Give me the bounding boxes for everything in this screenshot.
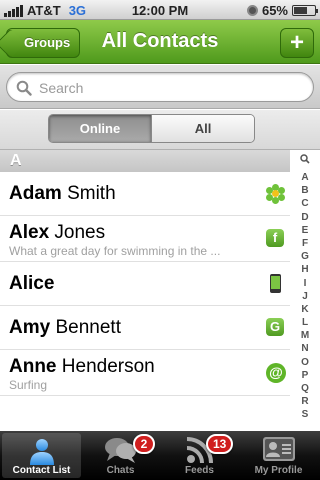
contact-row[interactable]: Adam Smith	[0, 172, 290, 216]
index-letter[interactable]: E	[290, 224, 320, 237]
contact-first-name: Alex	[9, 222, 50, 243]
index-letter[interactable]: S	[290, 408, 320, 421]
search-input[interactable]: Search	[6, 72, 314, 102]
index-letter[interactable]: L	[290, 316, 320, 329]
search-bar: Search	[0, 65, 320, 109]
contact-name: Alice	[9, 273, 54, 295]
tab-contact-list[interactable]: Contact List	[2, 433, 81, 478]
index-letter[interactable]: H	[290, 263, 320, 276]
battery-percent: 65%	[261, 3, 288, 18]
contact-last-name: Henderson	[61, 356, 155, 377]
contact-first-name: Adam	[9, 183, 62, 204]
contact-status-message: What a great day for swimming in the ...	[9, 244, 221, 258]
tab-feeds[interactable]: 13 Feeds	[160, 433, 239, 478]
tab-chats[interactable]: 2 Chats	[81, 433, 160, 478]
index-letter[interactable]: C	[290, 197, 320, 210]
contact-first-name: Alice	[9, 273, 55, 294]
index-letter[interactable]: I	[290, 277, 320, 290]
tab-bar: Contact List 2 Chats 13 Feeds My Profile	[0, 431, 320, 480]
plus-icon: +	[289, 29, 304, 56]
index-letter[interactable]: Q	[290, 382, 320, 395]
email-status-icon: @	[266, 363, 286, 383]
index-letter[interactable]: G	[290, 250, 320, 263]
tab-label: Feeds	[185, 465, 214, 476]
status-bar: AT&T 3G 12:00 PM 65%	[0, 0, 320, 20]
contact-last-name: Bennett	[55, 317, 121, 338]
contact-last-name: Jones	[54, 222, 106, 243]
index-letter[interactable]: P	[290, 369, 320, 382]
add-contact-button[interactable]: +	[280, 28, 314, 58]
index-letter[interactable]: A	[290, 171, 320, 184]
contact-row[interactable]: Amy Bennett G	[0, 306, 290, 350]
contact-first-name: Amy	[9, 317, 51, 338]
search-icon	[16, 80, 32, 96]
feeds-badge: 13	[206, 434, 234, 454]
index-letter[interactable]: M	[290, 329, 320, 342]
contact-name: Adam Smith	[9, 183, 116, 205]
index-letter[interactable]: R	[290, 395, 320, 408]
segment-online[interactable]: Online	[49, 115, 151, 142]
mobile-phone-status-icon	[266, 274, 286, 294]
section-header: A	[0, 150, 290, 172]
online-all-segmented-control: Online All	[48, 114, 255, 143]
index-letter[interactable]: N	[290, 342, 320, 355]
contact-status-message: Surfing	[9, 378, 48, 392]
profile-card-icon	[262, 437, 295, 461]
gtalk-status-icon: G	[266, 318, 286, 338]
contact-first-name: Anne	[9, 356, 57, 377]
chat-bubbles-icon	[104, 438, 136, 463]
contact-name: Amy Bennett	[9, 317, 121, 339]
index-letter[interactable]: B	[290, 184, 320, 197]
contact-name: Alex Jones	[9, 222, 105, 244]
chats-badge: 2	[133, 434, 155, 454]
person-icon	[29, 439, 54, 465]
index-search-icon[interactable]	[300, 154, 310, 164]
icq-status-icon	[266, 184, 286, 204]
groups-back-button[interactable]: Groups	[6, 28, 81, 58]
contact-list: Adam Smith Alex Jones What a great day f…	[0, 172, 290, 396]
filter-bar: Online All	[0, 110, 320, 150]
tab-my-profile[interactable]: My Profile	[239, 433, 318, 478]
battery-icon	[292, 5, 318, 16]
contact-last-name: Smith	[67, 183, 116, 204]
back-button-label: Groups	[24, 35, 71, 50]
contact-row[interactable]: Anne Henderson Surfing @	[0, 350, 290, 396]
index-letter[interactable]: J	[290, 290, 320, 303]
alphabet-index[interactable]: ABCDEFGHIJKLMNOPQRS	[290, 150, 320, 430]
index-letter[interactable]: O	[290, 356, 320, 369]
index-letter[interactable]: K	[290, 303, 320, 316]
search-placeholder: Search	[39, 80, 84, 96]
facebook-status-icon: f	[266, 229, 286, 249]
segment-all[interactable]: All	[151, 115, 254, 142]
tab-label: My Profile	[254, 465, 303, 476]
contact-row[interactable]: Alex Jones What a great day for swimming…	[0, 216, 290, 262]
tab-label: Contact List	[12, 465, 71, 476]
index-letter[interactable]: F	[290, 237, 320, 250]
tab-label: Chats	[106, 465, 135, 476]
contact-name: Anne Henderson	[9, 356, 155, 378]
navigation-bar: Groups All Contacts +	[0, 20, 320, 64]
contact-row[interactable]: Alice	[0, 262, 290, 306]
rotation-lock-icon	[246, 5, 258, 16]
index-letter[interactable]: D	[290, 211, 320, 224]
